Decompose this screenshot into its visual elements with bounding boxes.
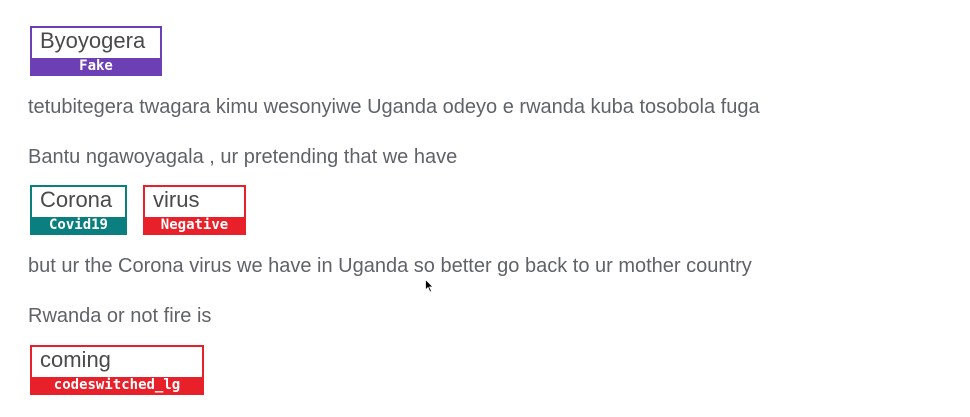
annotated-token[interactable]: Corona Covid19 xyxy=(30,185,127,235)
annotated-token[interactable]: virus Negative xyxy=(143,185,246,235)
annotated-token[interactable]: coming codeswitched_lg xyxy=(30,345,204,395)
token-text: Byoyogera xyxy=(40,28,146,53)
label-badge: Negative xyxy=(145,217,244,233)
label-badge: Fake xyxy=(32,58,160,74)
token-text: Corona xyxy=(40,187,113,212)
text-line: but ur the Corona virus we have in Ugand… xyxy=(28,255,752,277)
mouse-pointer-icon xyxy=(425,279,434,293)
token-text: coming xyxy=(40,347,111,372)
text-line: Bantu ngawoyagala , ur pretending that w… xyxy=(28,146,458,168)
label-badge: Covid19 xyxy=(32,217,125,233)
text-line: tetubitegera twagara kimu wesonyiwe Ugan… xyxy=(28,96,760,118)
token-text: virus xyxy=(153,187,200,212)
label-badge: codeswitched_lg xyxy=(32,377,202,393)
annotated-token[interactable]: Byoyogera Fake xyxy=(30,26,162,76)
annotation-view: Byoyogera Fake tetubitegera twagara kimu… xyxy=(0,0,970,417)
text-line: Rwanda or not fire is xyxy=(28,305,212,327)
